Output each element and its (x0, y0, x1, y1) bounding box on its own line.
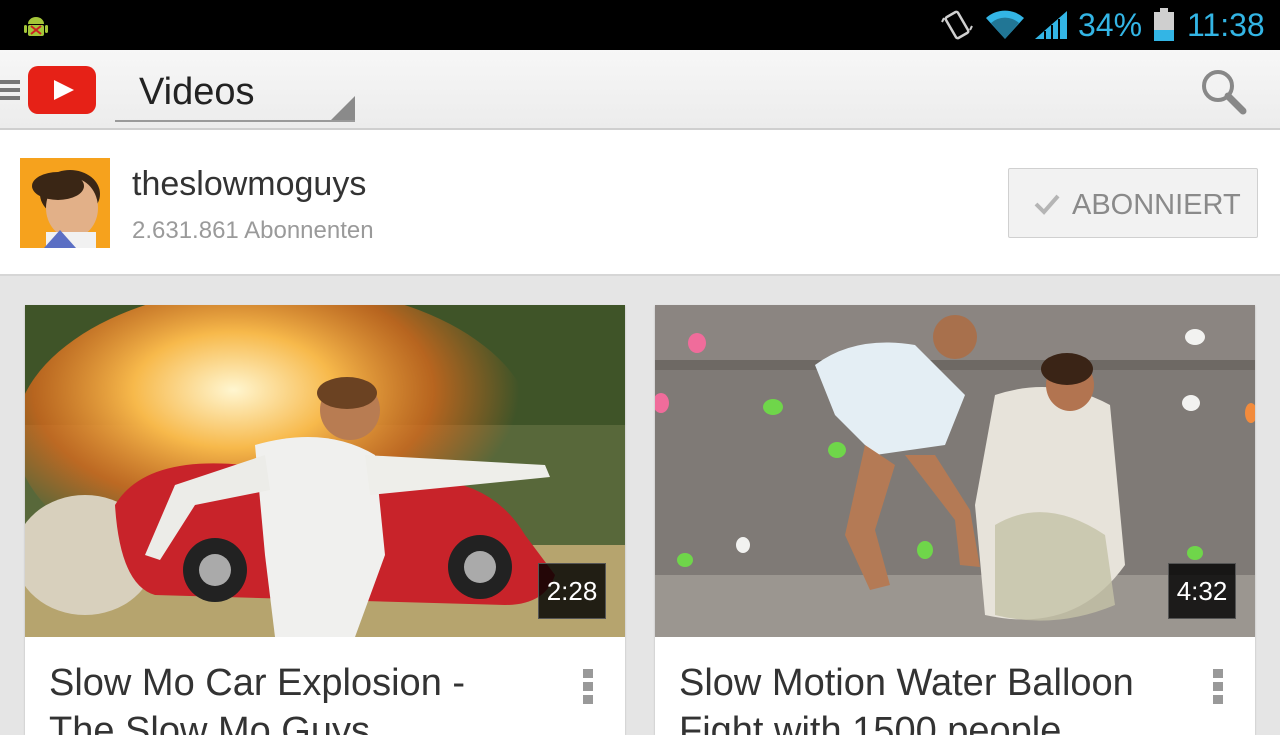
video-duration: 4:32 (1168, 563, 1236, 619)
youtube-logo[interactable] (28, 66, 96, 114)
signal-icon (1035, 11, 1067, 39)
subscribe-button-label: ABONNIERT (1072, 189, 1241, 221)
section-label: Videos (139, 71, 255, 113)
video-card[interactable]: 4:32 Slow Motion Water Balloon Fight wit… (655, 305, 1255, 735)
dropdown-indicator-icon (331, 96, 355, 120)
channel-header: theslowmoguys 2.631.861 Abonnenten ABONN… (0, 130, 1280, 276)
video-duration: 2:28 (538, 563, 606, 619)
section-dropdown[interactable]: Videos (115, 64, 355, 122)
video-card[interactable]: 2:28 Slow Mo Car Explosion - The Slow Mo… (25, 305, 625, 735)
subscribe-button[interactable]: ABONNIERT (1008, 168, 1258, 238)
action-bar: Videos (0, 50, 1280, 130)
video-thumbnail[interactable] (655, 305, 1255, 637)
android-debug-icon (24, 17, 48, 36)
video-thumbnail[interactable] (25, 305, 625, 637)
overflow-menu-icon[interactable] (1211, 669, 1225, 705)
search-icon[interactable] (1198, 66, 1248, 116)
battery-percentage: 34% (1078, 7, 1143, 43)
clock: 11:38 (1187, 7, 1265, 43)
vibrate-icon (941, 10, 973, 40)
wifi-icon (986, 10, 1024, 39)
overflow-menu-icon[interactable] (581, 669, 595, 705)
drawer-icon[interactable] (0, 78, 20, 102)
channel-name[interactable]: theslowmoguys (132, 164, 366, 204)
video-title[interactable]: Slow Motion Water Balloon Fight with 150… (679, 659, 1149, 735)
subscriber-count: 2.631.861 Abonnenten (132, 217, 374, 244)
check-icon (1034, 194, 1060, 215)
battery-icon (1154, 8, 1174, 41)
video-title[interactable]: Slow Mo Car Explosion - The Slow Mo Guys (49, 659, 519, 735)
status-bar: 34% 11:38 (0, 0, 1280, 50)
channel-avatar[interactable] (20, 158, 110, 248)
